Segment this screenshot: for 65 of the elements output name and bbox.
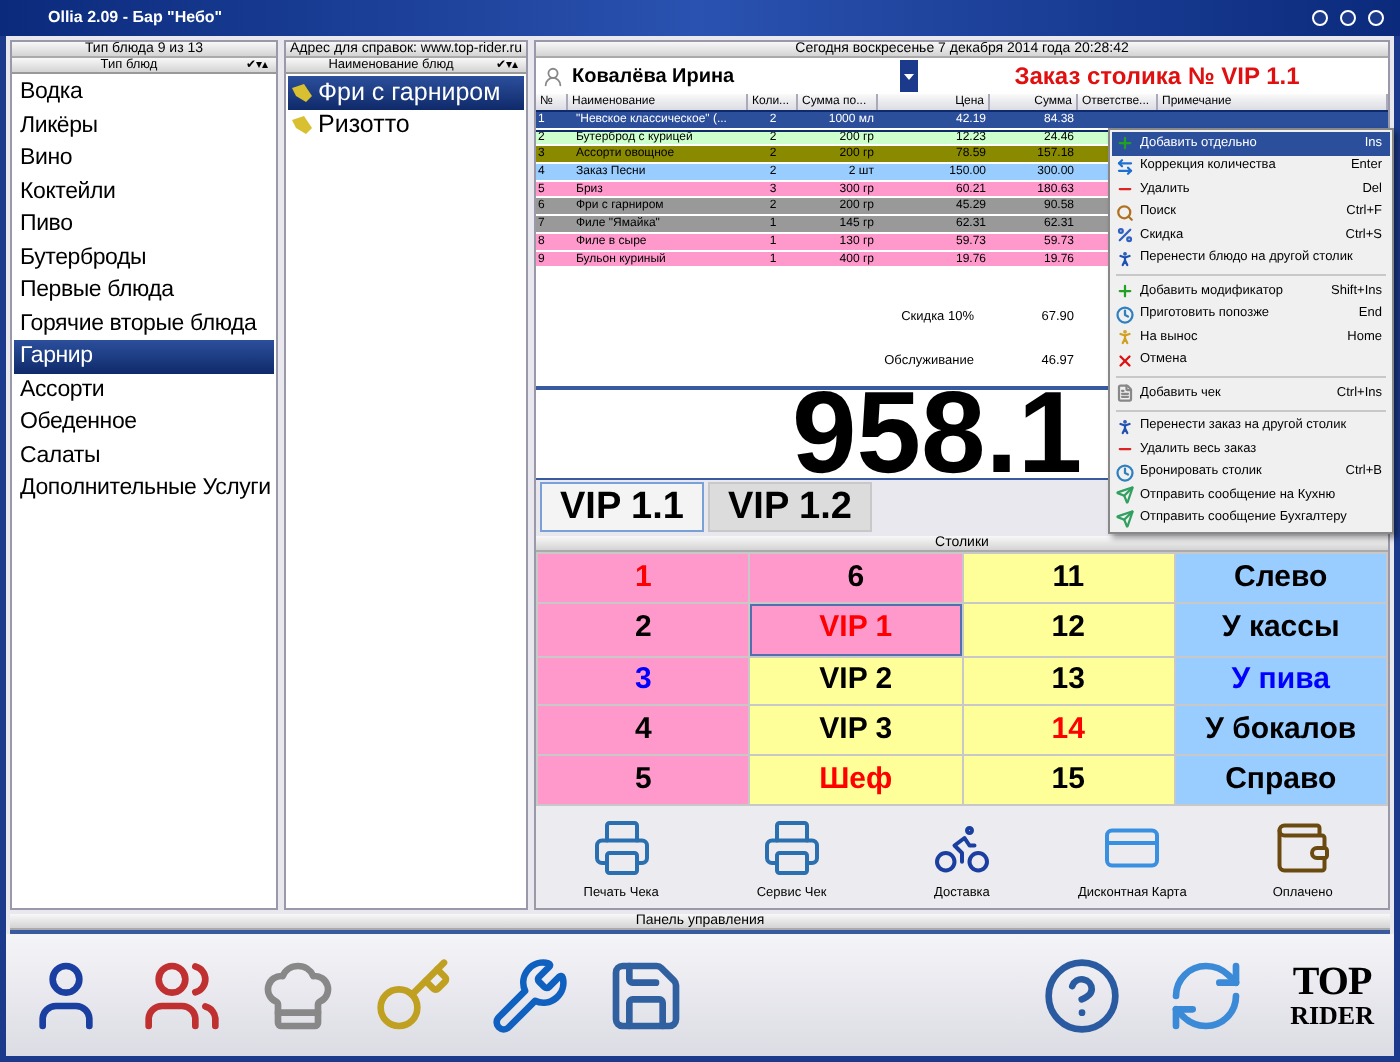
close-icon <box>1116 351 1134 370</box>
customer-name: Ковалёва Ирина <box>572 63 737 91</box>
order-tab[interactable]: VIP 1.2 <box>708 482 872 532</box>
table-button[interactable]: У бокалов <box>1175 706 1386 755</box>
dish-type-item[interactable]: Ликёры <box>14 109 274 142</box>
dish-type-item[interactable]: Обеденное <box>14 406 274 439</box>
caret-icon <box>904 73 914 79</box>
dish-type-item[interactable]: Ассорти <box>14 373 274 406</box>
printer-icon <box>591 818 652 879</box>
wallet-icon <box>1272 818 1333 879</box>
table-button[interactable]: VIP 3 <box>750 706 961 755</box>
arrows-icon <box>1116 157 1134 176</box>
table-button[interactable]: VIP 2 <box>750 657 961 705</box>
dish-type-item[interactable]: Первые блюда <box>14 274 274 307</box>
maximize-button[interactable] <box>1340 10 1356 26</box>
person-icon <box>1116 249 1134 268</box>
help-icon[interactable] <box>1042 955 1123 1035</box>
table-button[interactable]: 15 <box>963 756 1174 804</box>
table-button[interactable]: У кассы <box>1175 603 1386 656</box>
order-title: Заказ столика № VIP 1.1 <box>1012 60 1302 94</box>
dish-type-item[interactable]: Салаты <box>14 439 274 472</box>
dish-type-item[interactable]: Коктейли <box>14 175 274 208</box>
order-total: 958.1 <box>792 390 1083 478</box>
plus-icon <box>1116 134 1134 153</box>
dish-type-item[interactable]: Пиво <box>14 208 274 241</box>
table-button[interactable]: 12 <box>963 603 1174 656</box>
dropdown-button[interactable] <box>900 60 918 92</box>
dish-type-item[interactable]: Дополнительные Услуги <box>14 472 274 505</box>
clock-icon <box>1116 463 1134 482</box>
percent-icon <box>1116 226 1134 245</box>
table-button[interactable]: У пива <box>1175 657 1386 705</box>
table-button[interactable]: Слево <box>1175 554 1386 602</box>
clock-icon <box>1116 305 1134 324</box>
customer-icon <box>542 65 564 87</box>
dish-item[interactable]: Фри с гарниром <box>288 76 524 109</box>
tools-icon[interactable] <box>490 955 570 1035</box>
table-button[interactable]: 4 <box>538 706 749 755</box>
document-icon <box>1116 384 1134 403</box>
table-button[interactable]: 13 <box>963 657 1174 705</box>
search-icon <box>1116 203 1134 222</box>
table-button[interactable]: Справо <box>1175 756 1386 804</box>
table-button[interactable]: 3 <box>538 657 749 705</box>
dish-type-item[interactable]: Водка <box>14 76 274 109</box>
table-button[interactable]: 2 <box>538 603 749 656</box>
person-icon <box>1116 417 1134 436</box>
send-icon <box>1116 486 1134 505</box>
table-button[interactable]: 11 <box>963 554 1174 602</box>
window-title: Ollia 2.09 - Бар "Небо" <box>48 6 223 30</box>
printer-icon <box>761 818 822 879</box>
dish-type-item[interactable]: Бутерброды <box>14 241 274 274</box>
minimize-button[interactable] <box>1312 10 1328 26</box>
close-button[interactable] <box>1368 10 1384 26</box>
dish-type-item[interactable]: Горячие вторые блюда <box>14 307 274 340</box>
dish-item[interactable]: Ризотто <box>288 109 524 142</box>
plus-icon <box>1116 282 1134 301</box>
table-button[interactable]: 5 <box>538 756 749 804</box>
table-button[interactable]: 6 <box>750 554 961 602</box>
table-button[interactable]: 14 <box>963 706 1174 755</box>
dish-type-item[interactable]: Вино <box>14 142 274 175</box>
person-icon <box>1116 328 1134 347</box>
send-icon <box>1116 509 1134 528</box>
order-tab[interactable]: VIP 1.1 <box>540 482 704 532</box>
dish-type-item[interactable]: Гарнир <box>14 340 274 373</box>
logo: TOP RIDER <box>1290 962 1374 1028</box>
table-button[interactable]: Шеф <box>750 756 961 804</box>
